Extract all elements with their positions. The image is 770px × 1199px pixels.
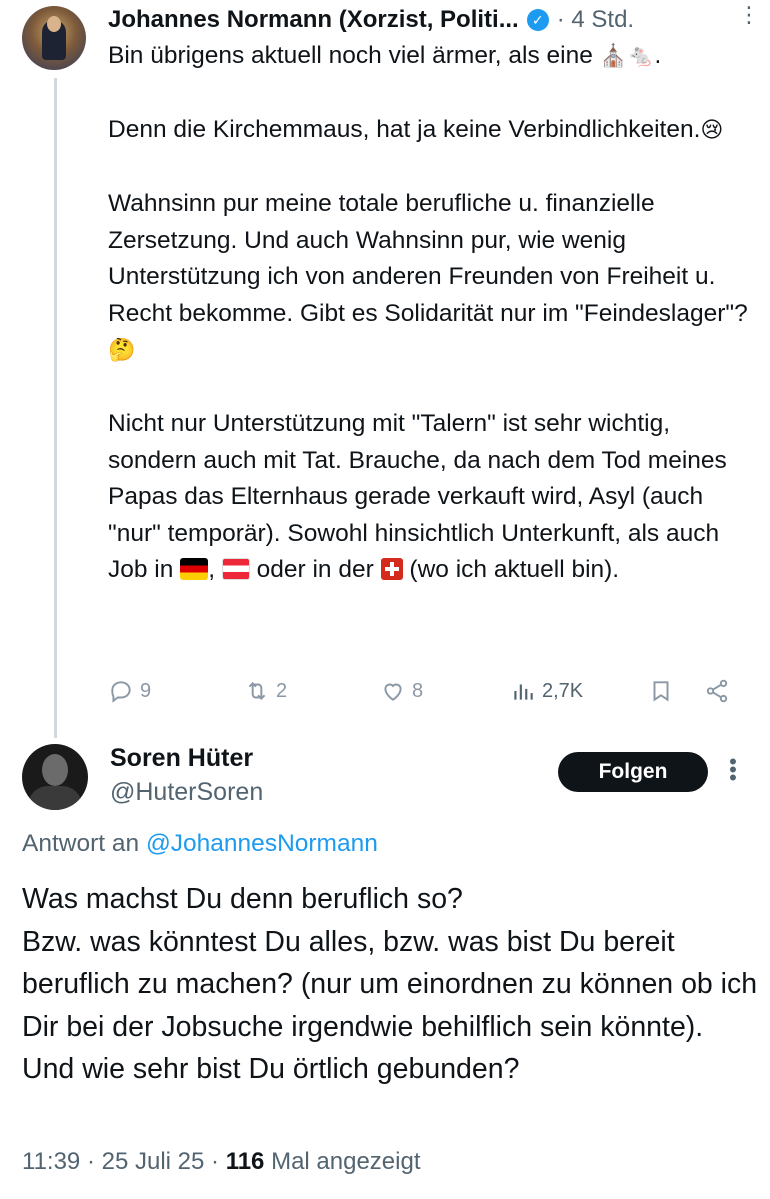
reply-line2: Bzw. was könntest Du alles, bzw. was bis… bbox=[22, 925, 758, 1043]
like-count: 8 bbox=[412, 679, 424, 702]
germany-flag-icon bbox=[180, 558, 209, 580]
like-icon bbox=[384, 683, 402, 701]
thread-connector-line bbox=[54, 78, 57, 738]
bookmark-button[interactable] bbox=[648, 672, 674, 710]
views-count: 2,7K bbox=[542, 679, 584, 702]
repost-icon bbox=[248, 682, 266, 700]
time-label: 4 Std. bbox=[571, 6, 635, 33]
repost-button[interactable]: 2 bbox=[244, 672, 287, 710]
views-count: 116 bbox=[225, 1148, 265, 1175]
reply-prefix: Antwort an bbox=[22, 830, 140, 857]
like-button[interactable]: 8 bbox=[380, 672, 423, 710]
share-button[interactable] bbox=[704, 672, 730, 710]
tweet-actions: 9 2 8 2,7K bbox=[108, 672, 738, 710]
separator-dot: · bbox=[556, 6, 565, 33]
verified-badge-icon: ✓ bbox=[526, 9, 549, 31]
tweet-header: Johannes Normann (Xorzist, Politi... ✓ ·… bbox=[108, 2, 760, 38]
share-icon bbox=[706, 679, 728, 703]
switzerland-flag-icon bbox=[380, 558, 403, 580]
follow-button[interactable]: Folgen bbox=[558, 752, 708, 792]
reply-text: Was machst Du denn beruflich so? Bzw. wa… bbox=[22, 878, 762, 1091]
reply-icon bbox=[111, 681, 131, 703]
reply-count: 9 bbox=[140, 679, 152, 702]
avatar-shoulders bbox=[28, 786, 82, 810]
tweet-timestamp[interactable]: · 4 Std. bbox=[557, 6, 634, 34]
reply-line3: Und wie sehr bist Du örtlich gebunden? bbox=[22, 1053, 520, 1085]
tweet-text: Bin übrigens aktuell noch viel ärmer, al… bbox=[108, 38, 753, 589]
reply-button[interactable]: 9 bbox=[108, 672, 151, 710]
avatar[interactable] bbox=[22, 744, 88, 810]
reply-mention-link[interactable]: @JohannesNormann bbox=[146, 830, 378, 857]
church-mouse-emoji: ⛪🐁. bbox=[599, 44, 662, 69]
avatar[interactable] bbox=[22, 6, 86, 70]
reply-line1: Was machst Du denn beruflich so? bbox=[22, 883, 463, 915]
tweet-line1: Bin übrigens aktuell noch viel ärmer, al… bbox=[108, 42, 593, 69]
tweet-para3: Wahnsinn pur meine totale berufliche u. … bbox=[108, 190, 748, 327]
views-icon bbox=[514, 684, 533, 700]
reply-meta: 11:39 · 25 Juli 25 · 116 Mal angezeigt bbox=[22, 1148, 421, 1176]
author-name[interactable]: Johannes Normann (Xorzist, Politi... bbox=[108, 6, 519, 34]
austria-flag-icon bbox=[221, 558, 250, 580]
reply-timestamp[interactable]: 11:39 · 25 Juli 25 · bbox=[22, 1148, 219, 1175]
crying-emoji: 😢 bbox=[700, 118, 724, 143]
author-handle[interactable]: @HuterSoren bbox=[110, 778, 263, 807]
reply-context: Antwort an @JohannesNormann bbox=[22, 830, 378, 858]
repost-count: 2 bbox=[276, 679, 288, 702]
bookmark-icon bbox=[653, 681, 669, 702]
views-button[interactable]: 2,7K bbox=[510, 672, 583, 710]
thinking-emoji: 🤔 bbox=[108, 338, 136, 363]
views-label: Mal angezeigt bbox=[271, 1148, 421, 1175]
avatar-face bbox=[42, 754, 68, 786]
comma: , bbox=[208, 556, 216, 583]
more-icon[interactable]: ⋮ bbox=[738, 2, 760, 28]
author-name[interactable]: Soren Hüter bbox=[110, 744, 253, 773]
more-icon[interactable]: • • • bbox=[728, 751, 738, 789]
tweet-para4-oder: oder in der bbox=[256, 556, 374, 583]
tweet-para4-end: (wo ich aktuell bin). bbox=[409, 556, 620, 583]
tweet-para2: Denn die Kirchemmaus, hat ja keine Verbi… bbox=[108, 116, 701, 143]
avatar-face bbox=[47, 16, 61, 32]
